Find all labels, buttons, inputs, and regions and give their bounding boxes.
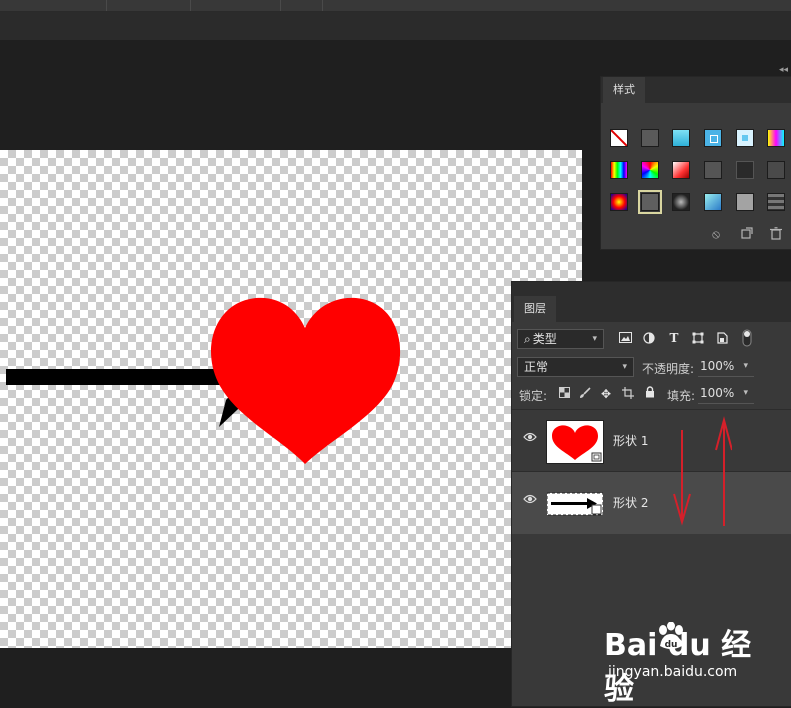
layer-row-shape-1[interactable]: 形状 1: [512, 409, 791, 472]
blend-mode-value: 正常: [524, 360, 549, 374]
visibility-eye-icon[interactable]: [523, 494, 537, 508]
panel-collapse-icon[interactable]: ◂◂: [779, 65, 788, 75]
style-swatch[interactable]: [767, 161, 785, 179]
paw-logo-icon: du: [659, 622, 683, 650]
tab-layers[interactable]: 图层: [514, 296, 556, 322]
style-swatch[interactable]: [704, 193, 722, 211]
delete-trash-icon[interactable]: [769, 227, 783, 241]
blend-mode-dropdown[interactable]: 正常 ▾: [517, 357, 634, 377]
filter-toggle-switch-icon[interactable]: [740, 329, 754, 347]
fill-input[interactable]: 100% ▾: [698, 384, 754, 404]
style-swatch[interactable]: [736, 161, 754, 179]
layer-filter-dropdown[interactable]: ⌕ 类型 ▾: [517, 329, 604, 349]
styles-panel: ◂◂ 样式 ⦸: [600, 65, 791, 250]
layer-row-shape-2[interactable]: 形状 2: [512, 471, 791, 534]
style-swatch[interactable]: [767, 129, 785, 147]
square-icon: [742, 135, 748, 141]
fill-label: 填充:: [667, 389, 696, 403]
menu-bar: [0, 0, 791, 12]
layer-thumbnail-heart: [546, 420, 604, 464]
filter-shape-icon[interactable]: [691, 332, 705, 346]
style-swatch[interactable]: [767, 193, 785, 211]
style-swatch[interactable]: [610, 161, 628, 179]
opacity-value: 100%: [700, 359, 735, 373]
menu-separator: [280, 0, 281, 11]
watermark-url: jingyan.baidu.com: [608, 664, 738, 680]
style-swatch[interactable]: [704, 129, 722, 147]
menu-separator: [322, 0, 323, 11]
styles-tab-row: 样式: [601, 77, 791, 103]
chevron-down-icon: ▾: [622, 362, 627, 372]
search-icon: ⌕: [524, 332, 531, 346]
annotation-arrows: [673, 416, 732, 526]
tab-styles[interactable]: 样式: [603, 77, 645, 103]
document-canvas[interactable]: [0, 150, 582, 648]
lock-position-move-icon[interactable]: ✥: [599, 387, 613, 401]
lock-all-icon[interactable]: [643, 386, 657, 400]
style-swatch[interactable]: [704, 161, 722, 179]
filter-adjustment-icon[interactable]: [642, 332, 656, 346]
chevron-down-icon: ▾: [743, 361, 748, 371]
filter-type-icon[interactable]: T: [667, 331, 681, 345]
style-swatch-selected[interactable]: [638, 190, 662, 214]
layers-tab-row: 图层: [512, 282, 791, 322]
style-swatch[interactable]: [641, 161, 659, 179]
menu-separator: [106, 0, 107, 11]
style-swatch[interactable]: [672, 129, 690, 147]
filter-pixel-image-icon[interactable]: [618, 332, 632, 346]
square-icon: [710, 135, 718, 143]
clear-style-icon[interactable]: ⦸: [709, 227, 723, 241]
style-swatch[interactable]: [672, 161, 690, 179]
chevron-down-icon: ▾: [592, 334, 597, 344]
svg-text:du: du: [665, 640, 678, 650]
new-style-icon[interactable]: [740, 227, 754, 241]
fill-value: 100%: [700, 386, 735, 400]
menu-separator: [190, 0, 191, 11]
chevron-down-icon: ▾: [743, 388, 748, 398]
lock-image-pixels-brush-icon[interactable]: [578, 387, 592, 401]
lock-label: 锁定:: [519, 389, 548, 403]
opacity-input[interactable]: 100% ▾: [698, 357, 754, 377]
style-swatch[interactable]: [736, 193, 754, 211]
visibility-eye-icon[interactable]: [523, 432, 537, 446]
baidu-jingyan-watermark: Bai du 经验 du jingyan.baidu.com: [604, 620, 774, 707]
layer-thumbnail-arrow: [546, 482, 604, 526]
style-swatch[interactable]: [610, 193, 628, 211]
style-swatch[interactable]: [672, 193, 690, 211]
layer-name[interactable]: 形状 1: [613, 432, 648, 449]
style-swatch-none[interactable]: [610, 129, 628, 147]
style-swatch[interactable]: [641, 129, 659, 147]
lock-transparent-pixels-icon[interactable]: [557, 387, 571, 401]
filter-smart-object-icon[interactable]: [715, 332, 729, 346]
heart-shape: [211, 297, 401, 464]
opacity-label: 不透明度:: [642, 362, 695, 376]
layer-filter-value: 类型: [532, 332, 557, 346]
layer-name[interactable]: 形状 2: [613, 494, 648, 511]
arrow-shaft: [6, 369, 246, 385]
style-swatch[interactable]: [736, 129, 754, 147]
document-tab-strip: [0, 12, 791, 40]
lock-artboard-icon[interactable]: [621, 387, 635, 401]
none-icon: [610, 129, 628, 147]
